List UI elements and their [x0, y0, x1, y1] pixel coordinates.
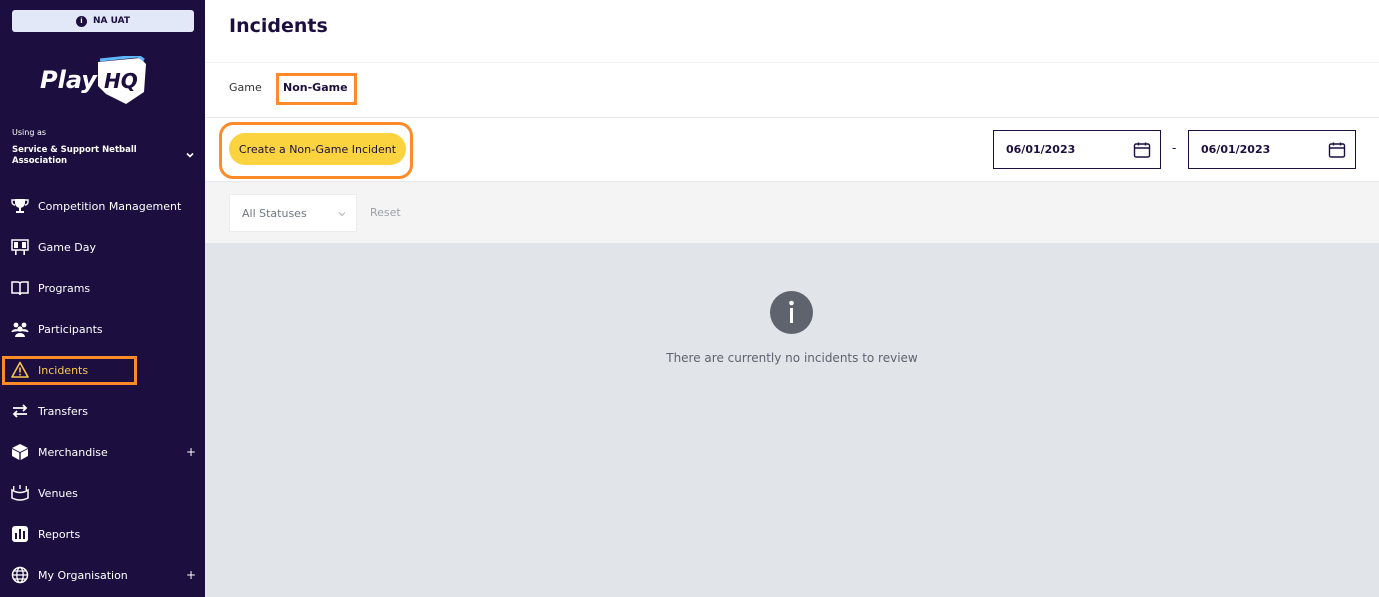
divider	[205, 117, 1379, 118]
date-separator: -	[1172, 141, 1177, 155]
sidebar-item-venues[interactable]: Venues	[0, 478, 205, 508]
playhq-logo[interactable]: Play HQ	[40, 56, 150, 106]
sidebar-item-label: Reports	[38, 527, 81, 541]
date-to-field[interactable]: 06/01/2023	[1188, 130, 1356, 169]
sidebar-item-label: My Organisation	[38, 568, 128, 582]
sidebar-item-competition-management[interactable]: Competition Management	[0, 191, 205, 221]
sidebar: i NA UAT Play HQ Using as Service & Supp…	[0, 0, 205, 597]
expand-icon[interactable]: +	[186, 445, 196, 459]
organisation-name[interactable]: Service & Support Netball Association	[12, 145, 162, 167]
stadium-icon	[11, 484, 29, 502]
people-icon	[11, 320, 29, 338]
sidebar-item-label: Competition Management	[38, 199, 182, 213]
svg-text:HQ: HQ	[104, 69, 138, 93]
tab-game[interactable]: Game	[229, 81, 262, 94]
divider	[205, 62, 1379, 63]
filter-bar: All Statuses Reset	[205, 181, 1379, 243]
sidebar-item-label: Merchandise	[38, 445, 108, 459]
sidebar-item-my-organisation[interactable]: My Organisation +	[0, 560, 205, 590]
sidebar-item-label: Transfers	[38, 404, 88, 418]
status-filter-value: All Statuses	[242, 206, 307, 220]
info-icon: i	[75, 15, 87, 27]
calendar-icon[interactable]	[1133, 141, 1151, 159]
sidebar-item-programs[interactable]: Programs	[0, 273, 205, 303]
main-content: Incidents Game Non-Game Create a Non-Gam…	[205, 0, 1379, 597]
date-from-value: 06/01/2023	[1006, 143, 1076, 156]
date-to-value: 06/01/2023	[1201, 143, 1271, 156]
active-tab-highlight	[276, 73, 357, 105]
book-icon	[11, 279, 29, 297]
page-title: Incidents	[229, 15, 328, 37]
sidebar-item-label: Game Day	[38, 240, 96, 254]
environment-badge: i NA UAT	[12, 10, 194, 32]
empty-state-message: There are currently no incidents to revi…	[666, 351, 918, 365]
active-item-highlight	[2, 356, 137, 385]
sidebar-item-transfers[interactable]: Transfers	[0, 396, 205, 426]
trophy-icon	[11, 197, 29, 215]
expand-icon[interactable]: +	[186, 568, 196, 582]
chevron-down-icon[interactable]	[185, 150, 195, 160]
sidebar-item-label: Venues	[38, 486, 78, 500]
reset-filters-link[interactable]: Reset	[370, 206, 401, 219]
scoreboard-icon	[11, 238, 29, 256]
info-icon	[770, 291, 813, 334]
using-as-label: Using as	[12, 128, 47, 137]
environment-label: NA UAT	[92, 16, 131, 26]
sidebar-item-label: Participants	[38, 322, 103, 336]
sidebar-item-participants[interactable]: Participants	[0, 314, 205, 344]
bar-chart-icon	[11, 525, 29, 543]
create-non-game-incident-button[interactable]: Create a Non-Game Incident	[229, 133, 406, 165]
sidebar-item-game-day[interactable]: Game Day	[0, 232, 205, 262]
status-filter-select[interactable]: All Statuses	[229, 194, 357, 232]
sidebar-item-label: Programs	[38, 281, 91, 295]
globe-icon	[11, 566, 29, 584]
calendar-icon[interactable]	[1328, 141, 1346, 159]
date-from-field[interactable]: 06/01/2023	[993, 130, 1161, 169]
svg-text:Play: Play	[40, 66, 98, 94]
box-icon	[11, 443, 29, 461]
sidebar-item-reports[interactable]: Reports	[0, 519, 205, 549]
transfer-arrows-icon	[11, 402, 29, 420]
chevron-down-icon	[338, 212, 346, 217]
incidents-list-area: There are currently no incidents to revi…	[205, 243, 1379, 597]
sidebar-item-merchandise[interactable]: Merchandise +	[0, 437, 205, 467]
